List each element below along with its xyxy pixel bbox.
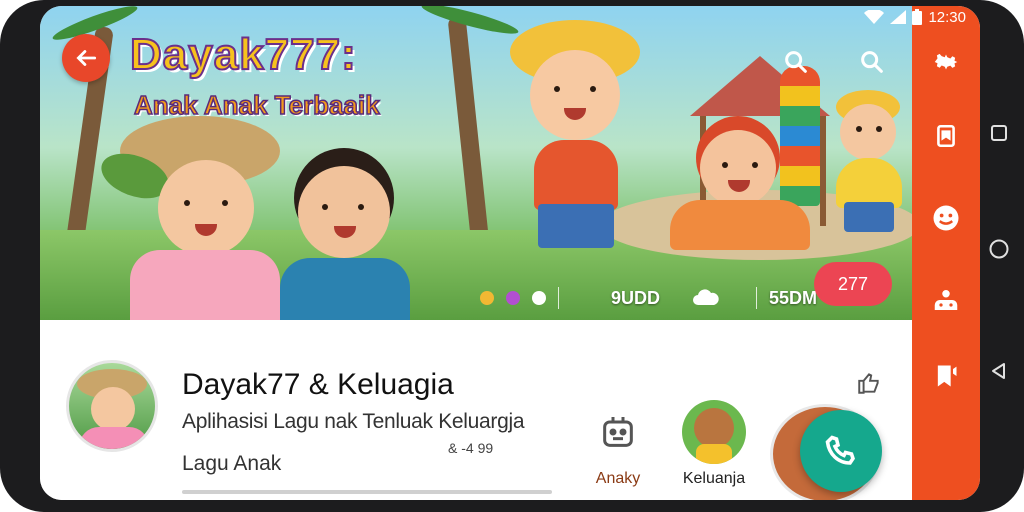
share-button[interactable] [852, 366, 886, 400]
blue-shirt [280, 258, 410, 320]
banner-subtitle: Anak Anak Terbaaik [133, 89, 380, 121]
cartoon-girl-red-hair [670, 130, 820, 260]
bookmark-icon [937, 124, 955, 148]
count-pill-button[interactable]: 277 [814, 262, 892, 306]
phone-frame: Dayak777: Anak Anak Terbaaik 9UDD 55DM 2… [0, 0, 1024, 512]
phone-icon [825, 435, 855, 465]
back-arrow-icon [76, 50, 97, 66]
hero-banner: Dayak777: Anak Anak Terbaaik 9UDD 55DM 2… [40, 6, 912, 320]
pink-shirt [130, 250, 280, 320]
cloud-icon [693, 289, 719, 305]
signal-icon [890, 10, 907, 24]
nav-back-button[interactable] [986, 358, 1012, 384]
scroll-indicator [182, 490, 552, 494]
cartoon-boy-yellow-hat [510, 20, 660, 260]
home-icon [989, 239, 1009, 259]
location-dot-icon [480, 291, 494, 305]
robot-icon [603, 417, 633, 447]
recent-apps-button[interactable] [986, 120, 1012, 146]
side-action-rail [912, 6, 980, 500]
saved-button[interactable] [928, 118, 964, 154]
kid-face [158, 160, 254, 256]
wifi-icon [864, 10, 885, 24]
palm-trunk [447, 15, 491, 257]
search-button-secondary[interactable] [854, 44, 890, 80]
app-screen: Dayak777: Anak Anak Terbaaik 9UDD 55DM 2… [40, 6, 980, 500]
hut-post [820, 116, 826, 226]
search-icon [861, 51, 883, 73]
location-dot-icon [506, 291, 520, 305]
banner-stats: 9UDD 55DM [480, 278, 817, 318]
home-button[interactable] [986, 236, 1012, 262]
plays-count: 9UDD [611, 287, 661, 308]
recent-apps-icon [991, 125, 1007, 141]
playlist-button[interactable] [928, 358, 964, 394]
like-icon [858, 373, 879, 394]
back-button[interactable] [62, 34, 110, 82]
kid-blue-shirt-illustration [280, 166, 410, 320]
divider [558, 287, 559, 309]
category-chip-anaky[interactable]: Anaky [580, 400, 656, 488]
status-bar: 12:30 [840, 6, 980, 28]
battery-icon [912, 9, 923, 25]
category-chip-keluanja[interactable]: Keluanja [676, 400, 752, 488]
channel-category: Lagu Anak [182, 452, 282, 475]
channel-meta: & -4 99 [448, 440, 494, 456]
back-icon [992, 363, 1005, 379]
cartoon-boy-yellow-shirt [830, 90, 910, 240]
smiley-icon [933, 205, 959, 231]
location-dot-icon [532, 291, 546, 305]
search-icon [785, 51, 807, 73]
settings-button[interactable] [928, 44, 964, 80]
views-count: 55DM [769, 287, 818, 308]
divider [756, 287, 758, 309]
channel-title: Dayak77 & Keluagia [182, 368, 454, 401]
palm-leaf [419, 6, 521, 39]
call-button[interactable] [800, 410, 882, 492]
chip-label: Keluanja [682, 470, 746, 487]
group-button[interactable] [928, 282, 964, 318]
search-button[interactable] [778, 44, 814, 80]
bookmark-flag-icon [937, 365, 957, 387]
gear-icon [934, 53, 958, 70]
channel-avatar[interactable] [66, 360, 158, 452]
kid-with-hat-illustration [95, 116, 300, 320]
kid-face [298, 166, 390, 258]
bear-avatar [682, 400, 746, 464]
people-icon [934, 290, 958, 310]
channel-subtitle: Aplihasisi Lagu nak Tenluak Keluargja [182, 410, 525, 433]
chip-label: Anaky [595, 470, 641, 487]
banner-title: Dayak777: [129, 29, 357, 80]
status-time: 12:30 [928, 8, 966, 26]
channel-info-panel: Dayak77 & Keluagia Aplihasisi Lagu nak T… [40, 320, 912, 500]
reactions-button[interactable] [928, 200, 964, 236]
